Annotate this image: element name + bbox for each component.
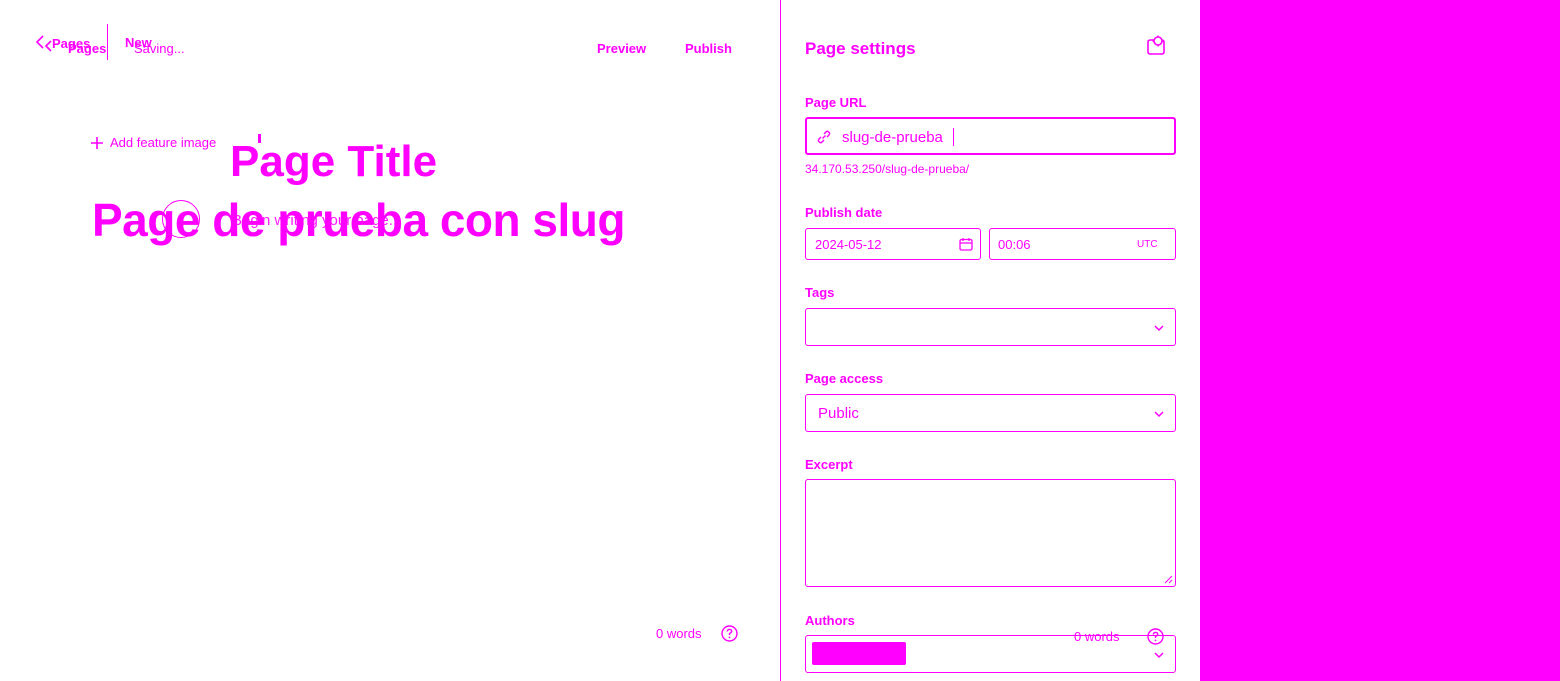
sidebar-word-count: 0 words bbox=[1074, 629, 1120, 644]
publish-date-value: 2024-05-12 bbox=[815, 237, 882, 252]
word-count: 0 words bbox=[656, 626, 702, 641]
page-url-value: slug-de-prueba bbox=[842, 129, 943, 146]
publish-date-label: Publish date bbox=[805, 205, 883, 220]
editor-body-avatar-circle bbox=[162, 200, 200, 238]
breadcrumb-pages[interactable]: Pages bbox=[68, 41, 106, 56]
page-access-value: Public bbox=[818, 405, 859, 422]
excerpt-textarea[interactable] bbox=[805, 479, 1176, 587]
add-feature-image-button[interactable]: Add feature image bbox=[90, 135, 216, 150]
page-url-label: Page URL bbox=[805, 95, 867, 110]
settings-cog-icon[interactable] bbox=[1145, 34, 1167, 56]
chevron-down-icon[interactable] bbox=[1153, 649, 1165, 661]
sidebar-help-icon[interactable] bbox=[1147, 628, 1164, 645]
publish-date-field[interactable]: 2024-05-12 bbox=[805, 228, 981, 260]
plus-icon bbox=[90, 136, 104, 150]
authors-label: Authors bbox=[805, 613, 855, 628]
publish-button[interactable]: Publish bbox=[685, 41, 732, 56]
preview-button[interactable]: Preview bbox=[597, 41, 646, 56]
tags-field[interactable] bbox=[805, 308, 1176, 346]
text-caret bbox=[953, 128, 954, 146]
add-feature-image-label: Add feature image bbox=[110, 135, 217, 150]
resize-grip-icon[interactable] bbox=[1164, 575, 1173, 584]
link-icon bbox=[816, 129, 832, 145]
publish-time-value: 00:06 bbox=[998, 237, 1031, 252]
status-saving: Saving... bbox=[134, 41, 185, 56]
breadcrumb-divider bbox=[107, 24, 108, 60]
page-access-label: Page access bbox=[805, 371, 884, 386]
page-access-select[interactable]: Public bbox=[805, 394, 1176, 432]
chevron-down-icon[interactable] bbox=[1153, 322, 1165, 334]
body-placeholder[interactable]: Begin writing your page... bbox=[232, 212, 401, 229]
chevron-down-icon[interactable] bbox=[1153, 408, 1165, 420]
help-icon[interactable] bbox=[721, 625, 738, 642]
publish-time-field[interactable]: 00:06 UTC bbox=[989, 228, 1176, 260]
author-token[interactable] bbox=[812, 642, 906, 665]
timezone-label: UTC bbox=[1137, 239, 1158, 250]
calendar-icon[interactable] bbox=[959, 237, 973, 251]
sidebar-title: Page settings bbox=[805, 39, 916, 58]
tags-label: Tags bbox=[805, 285, 835, 300]
page-url-field[interactable]: slug-de-prueba bbox=[805, 117, 1176, 155]
title-placeholder: Page Title bbox=[230, 137, 438, 186]
excerpt-label: Excerpt bbox=[805, 457, 853, 472]
magenta-panel bbox=[1200, 0, 1560, 681]
page-url-full[interactable]: 34.170.53.250/slug-de-prueba/ bbox=[805, 162, 969, 176]
back-chevron-icon-2[interactable] bbox=[44, 40, 53, 52]
authors-field[interactable] bbox=[805, 635, 1176, 673]
